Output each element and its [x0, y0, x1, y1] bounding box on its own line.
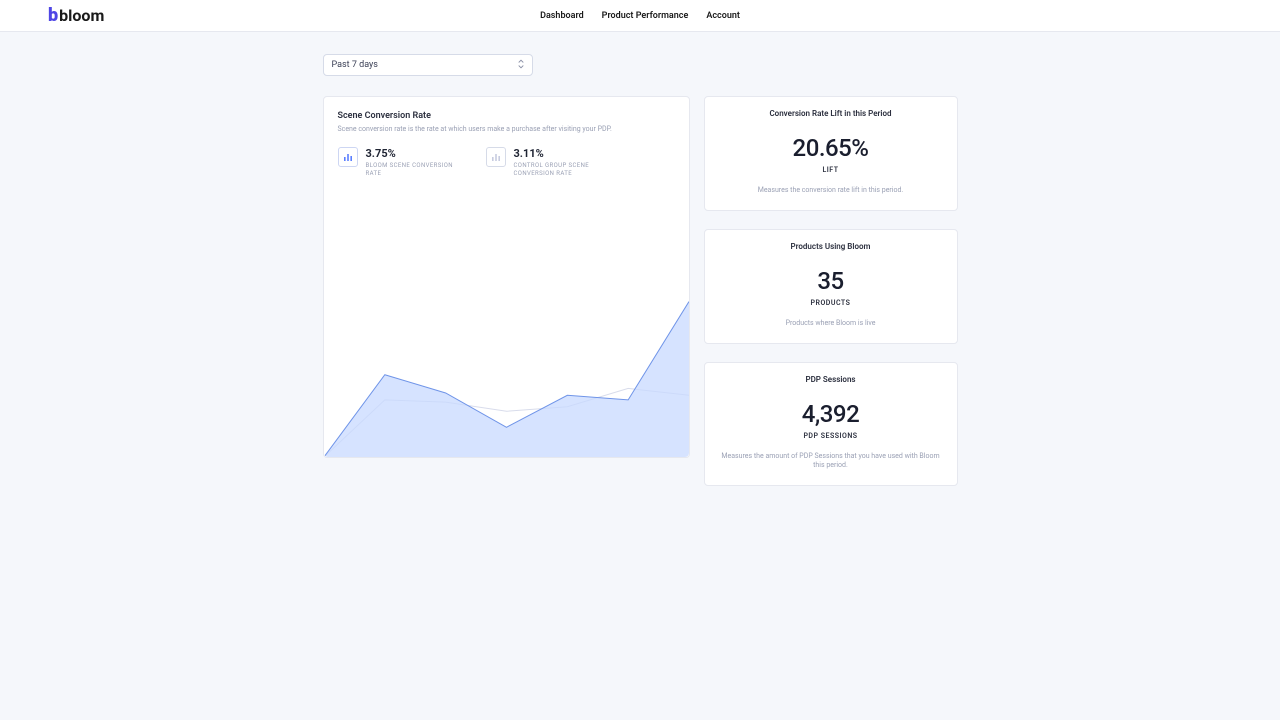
sessions-title: PDP Sessions	[719, 375, 943, 384]
metric-bloom-label: BLOOM SCENE CONVERSION RATE	[366, 162, 456, 178]
metric-control-value: 3.11%	[514, 147, 604, 160]
brand-logo: bbloom	[48, 5, 104, 26]
sessions-card: PDP Sessions 4,392 PDP SESSIONS Measures…	[704, 362, 958, 487]
metric-control: 3.11% CONTROL GROUP SCENE CONVERSION RAT…	[486, 147, 604, 178]
chart-title: Scene Conversion Rate	[338, 111, 675, 121]
main-content: Past 7 days Scene Conversion Rate Scene …	[0, 32, 1280, 486]
lift-card: Conversion Rate Lift in this Period 20.6…	[704, 96, 958, 211]
main-nav: Dashboard Product Performance Account	[540, 11, 740, 21]
metric-bloom: 3.75% BLOOM SCENE CONVERSION RATE	[338, 147, 456, 178]
date-range-value: Past 7 days	[332, 60, 378, 70]
products-value: 35	[719, 267, 943, 295]
nav-dashboard[interactable]: Dashboard	[540, 11, 584, 21]
products-card: Products Using Bloom 35 PRODUCTS Product…	[704, 229, 958, 344]
sessions-desc: Measures the amount of PDP Sessions that…	[719, 452, 943, 472]
nav-account[interactable]: Account	[706, 11, 740, 21]
lift-unit: LIFT	[719, 166, 943, 174]
sessions-unit: PDP SESSIONS	[719, 432, 943, 440]
app-header: bbloom Dashboard Product Performance Acc…	[0, 0, 1280, 32]
chevron-up-down-icon	[518, 59, 524, 71]
nav-product-performance[interactable]: Product Performance	[602, 11, 689, 21]
metric-bloom-value: 3.75%	[366, 147, 456, 160]
products-unit: PRODUCTS	[719, 299, 943, 307]
products-title: Products Using Bloom	[719, 242, 943, 251]
chart-subtitle: Scene conversion rate is the rate at whi…	[338, 125, 675, 133]
brand-name: bloom	[59, 6, 104, 25]
bar-chart-icon	[486, 147, 506, 167]
products-desc: Products where Bloom is live	[719, 319, 943, 329]
lift-desc: Measures the conversion rate lift in thi…	[719, 186, 943, 196]
logo-icon: b	[48, 5, 58, 26]
scene-conversion-card: Scene Conversion Rate Scene conversion r…	[323, 96, 690, 458]
lift-value: 20.65%	[719, 134, 943, 162]
conversion-chart	[324, 178, 689, 457]
bar-chart-icon	[338, 147, 358, 167]
metric-control-label: CONTROL GROUP SCENE CONVERSION RATE	[514, 162, 604, 178]
date-range-select[interactable]: Past 7 days	[323, 54, 533, 76]
lift-title: Conversion Rate Lift in this Period	[719, 109, 943, 118]
sessions-value: 4,392	[719, 400, 943, 428]
